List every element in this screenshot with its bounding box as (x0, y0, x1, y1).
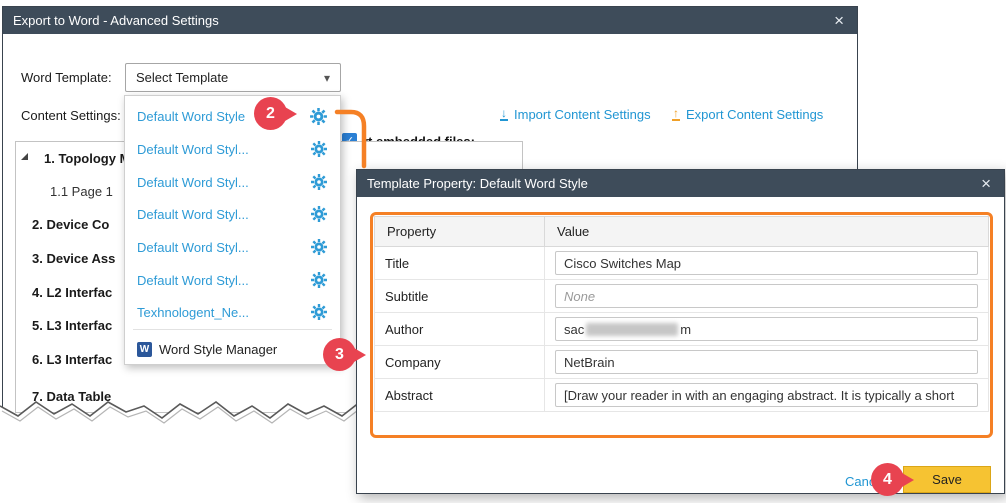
export-dialog-titlebar: Export to Word - Advanced Settings × (3, 7, 857, 34)
menu-item-word-style-2[interactable]: Default Word Styl... (125, 133, 340, 165)
save-button[interactable]: Save (903, 466, 991, 493)
title-input[interactable] (555, 251, 978, 275)
gear-icon[interactable] (310, 205, 328, 223)
property-table: Property Value Title Subtitle Author sac… (374, 216, 989, 412)
tree-expander-icon[interactable] (21, 153, 28, 160)
table-header-property: Property (375, 217, 545, 247)
property-row-author: Author sac m (375, 313, 989, 346)
word-style-manager-item[interactable]: W Word Style Manager (125, 336, 340, 362)
property-row-subtitle: Subtitle (375, 280, 989, 313)
template-select[interactable]: Select Template ▾ (125, 63, 341, 92)
export-dialog-title: Export to Word - Advanced Settings (13, 13, 219, 28)
tree-item-device-ass[interactable]: 3. Device Ass (32, 251, 115, 267)
gear-icon[interactable] (310, 238, 328, 256)
menu-item-word-style-4[interactable]: Default Word Styl... (125, 198, 340, 230)
redacted-text (586, 323, 678, 336)
template-select-value: Select Template (136, 70, 228, 85)
upload-icon: ↑ (672, 108, 680, 121)
import-content-settings-link[interactable]: ↓ Import Content Settings (500, 107, 651, 122)
word-template-label: Word Template: (21, 70, 112, 85)
menu-item-default-word-style[interactable]: Default Word Style (125, 100, 340, 132)
table-header-row: Property Value (375, 217, 989, 247)
export-link-label: Export Content Settings (686, 107, 823, 122)
template-property-dialog: Template Property: Default Word Style × … (356, 169, 1005, 494)
callout-step-3: 3 (323, 338, 356, 371)
export-content-settings-link[interactable]: ↑ Export Content Settings (672, 107, 823, 122)
property-row-abstract: Abstract (375, 379, 989, 412)
chevron-down-icon: ▾ (324, 71, 330, 85)
tree-item-l2-interface[interactable]: 4. L2 Interfac (32, 285, 112, 301)
template-dialog-titlebar: Template Property: Default Word Style × (357, 170, 1004, 197)
company-input[interactable] (555, 350, 978, 374)
table-header-value: Value (545, 217, 989, 247)
author-suffix: m (680, 322, 691, 337)
word-style-menu: Default Word Style Default Word Styl... … (124, 95, 341, 365)
word-icon: W (137, 342, 152, 357)
gear-icon[interactable] (309, 107, 328, 126)
close-icon[interactable]: × (831, 12, 847, 29)
menu-item-texhnologent[interactable]: Texhnologent_Ne... (125, 296, 340, 328)
gear-icon[interactable] (310, 173, 328, 191)
author-prefix: sac (564, 322, 584, 337)
tree-item-topology[interactable]: 1. Topology M (44, 151, 130, 167)
property-label: Abstract (375, 379, 545, 412)
gear-icon[interactable] (310, 303, 328, 321)
tree-item-page1[interactable]: 1.1 Page 1 (50, 184, 113, 200)
highlight-border: Property Value Title Subtitle Author sac… (370, 212, 993, 438)
tree-item-data-table[interactable]: 7. Data Table (32, 389, 111, 405)
gear-icon[interactable] (310, 140, 328, 158)
close-icon[interactable]: × (978, 175, 994, 192)
property-label: Title (375, 247, 545, 280)
property-label: Subtitle (375, 280, 545, 313)
menu-separator (133, 329, 332, 330)
tree-item-l3-interface2[interactable]: 6. L3 Interfac (32, 352, 112, 368)
menu-item-word-style-3[interactable]: Default Word Styl... (125, 166, 340, 198)
property-row-title: Title (375, 247, 989, 280)
abstract-input[interactable] (555, 383, 978, 407)
tree-item-device-co[interactable]: 2. Device Co (32, 217, 109, 233)
tree-item-l3-interface[interactable]: 5. L3 Interfac (32, 318, 112, 334)
callout-step-2: 2 (254, 97, 287, 130)
menu-item-word-style-6[interactable]: Default Word Styl... (125, 264, 340, 296)
content-settings-label: Content Settings: (21, 108, 121, 123)
gear-icon[interactable] (310, 271, 328, 289)
author-input[interactable]: sac m (555, 317, 978, 341)
subtitle-input[interactable] (555, 284, 978, 308)
callout-step-4: 4 (871, 463, 904, 496)
download-icon: ↓ (500, 108, 508, 121)
menu-item-word-style-5[interactable]: Default Word Styl... (125, 231, 340, 263)
property-label: Company (375, 346, 545, 379)
template-dialog-title: Template Property: Default Word Style (367, 176, 588, 191)
import-link-label: Import Content Settings (514, 107, 651, 122)
property-label: Author (375, 313, 545, 346)
property-row-company: Company (375, 346, 989, 379)
